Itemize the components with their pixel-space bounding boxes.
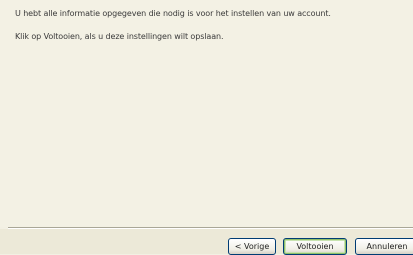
wizard-content-panel: U hebt alle informatie opgegeven die nod… xyxy=(0,0,413,227)
summary-text: U hebt alle informatie opgegeven die nod… xyxy=(15,9,331,18)
wizard-button-bar: < Vorige Voltooien Annuleren xyxy=(0,229,413,255)
back-button[interactable]: < Vorige xyxy=(228,238,276,255)
instruction-text: Klik op Voltooien, als u deze instelling… xyxy=(15,32,224,41)
cancel-button[interactable]: Annuleren xyxy=(355,238,413,255)
finish-button[interactable]: Voltooien xyxy=(283,238,347,255)
